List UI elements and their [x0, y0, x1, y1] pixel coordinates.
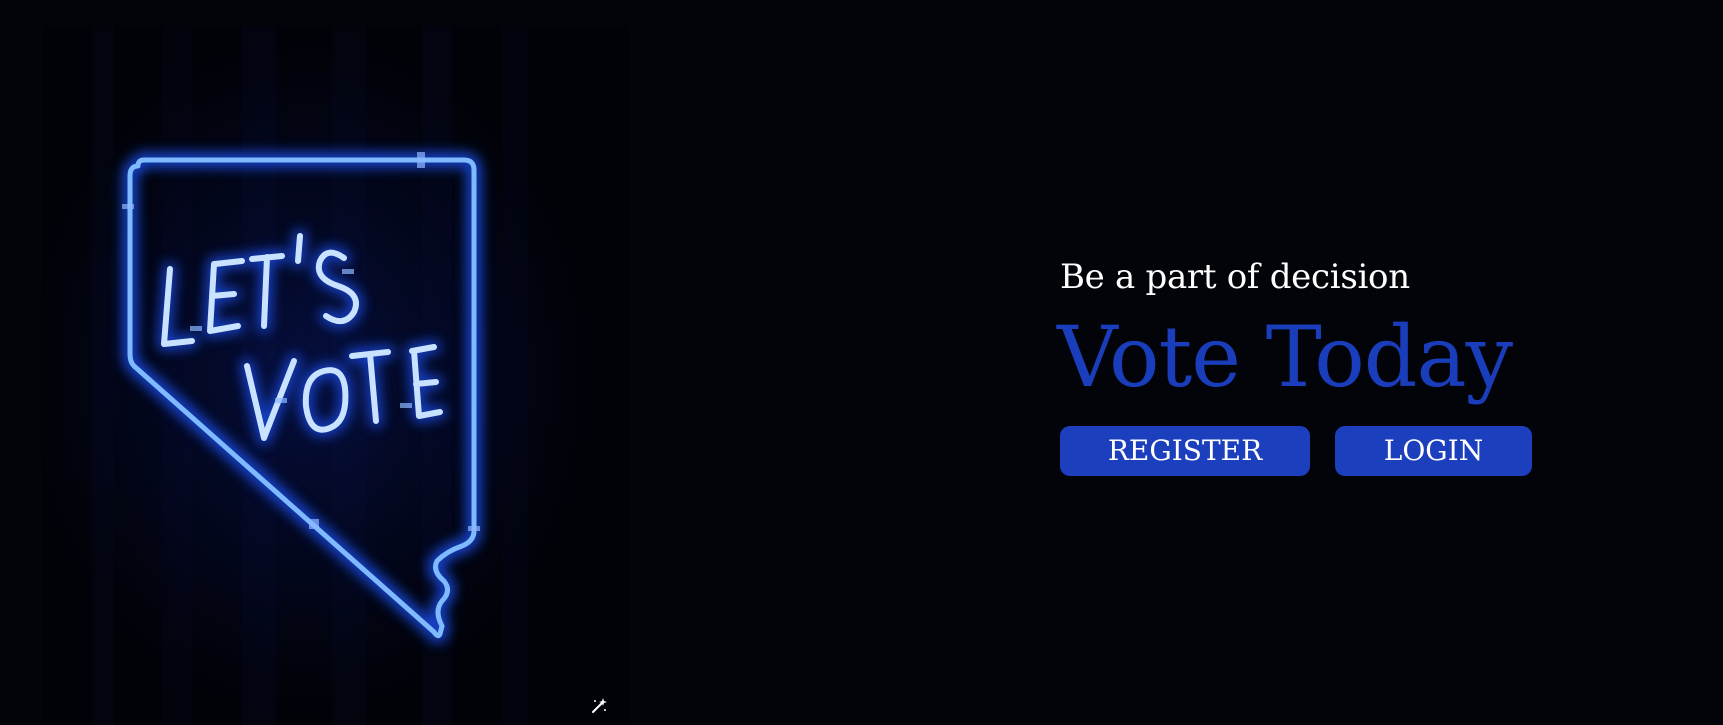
- auth-actions: REGISTER LOGIN: [1060, 426, 1660, 476]
- hero-section: Be a part of decision Vote Today REGISTE…: [1057, 252, 1660, 476]
- neon-sign-illustration: [42, 26, 630, 725]
- hero-subtitle: Be a part of decision: [1060, 257, 1410, 297]
- magic-wand-icon[interactable]: [590, 697, 608, 715]
- hero-title: Vote Today: [1057, 308, 1513, 406]
- register-button[interactable]: REGISTER: [1060, 426, 1310, 476]
- login-button[interactable]: LOGIN: [1335, 426, 1532, 476]
- neon-sign-image: [42, 26, 630, 725]
